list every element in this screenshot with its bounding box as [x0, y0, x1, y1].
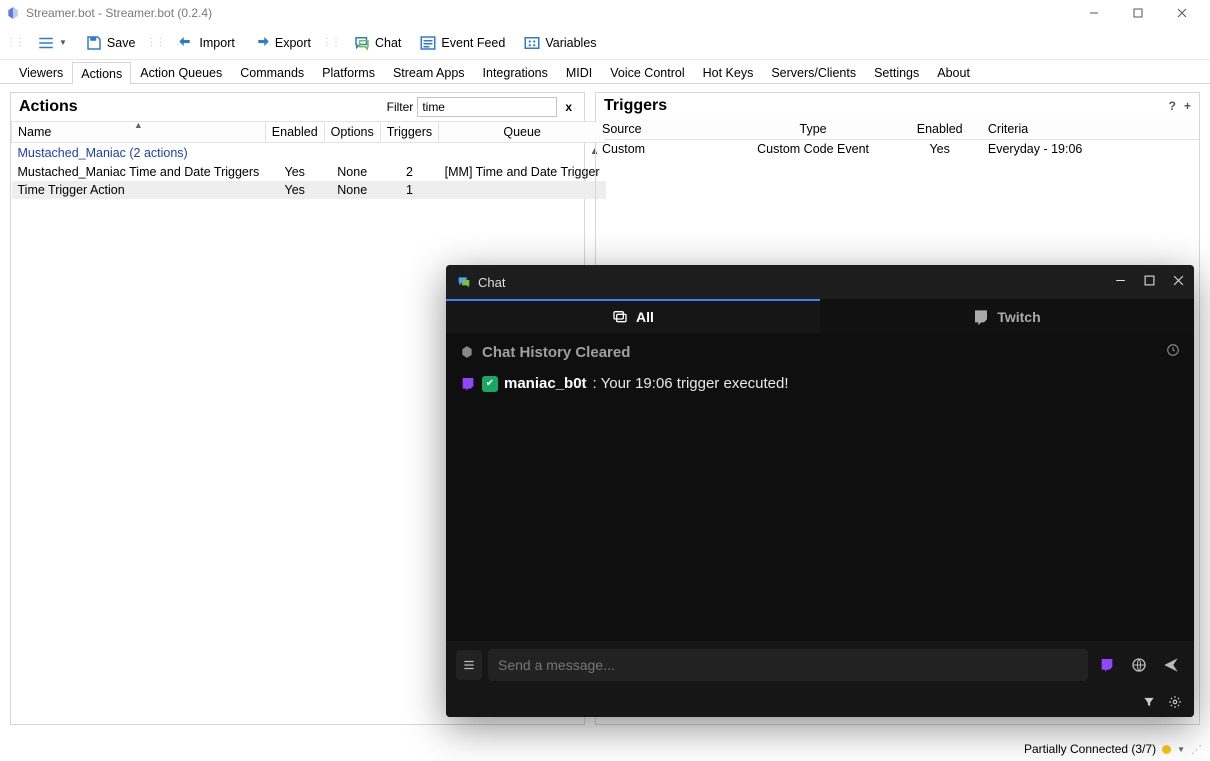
variables-label: Variables [545, 36, 596, 50]
col-type[interactable]: Type [729, 119, 898, 140]
all-chat-icon [612, 309, 628, 325]
chat-filter-button[interactable] [1142, 695, 1156, 712]
connection-status-text: Partially Connected (3/7) [1024, 742, 1156, 756]
main-tab-viewers[interactable]: Viewers [10, 61, 72, 83]
col-name[interactable]: Name▲ [12, 122, 266, 143]
filter-label: Filter [387, 100, 414, 114]
resize-grip-icon[interactable]: ⋰ [1191, 743, 1200, 756]
main-tab-action-queues[interactable]: Action Queues [131, 61, 231, 83]
toolbar-grip-icon: ⋮⋮ [6, 37, 24, 48]
chat-menu-button[interactable] [456, 650, 482, 680]
chat-app-icon [456, 274, 472, 290]
col-triggers[interactable]: Triggers [380, 122, 438, 143]
sort-asc-icon: ▲ [134, 120, 143, 130]
event-feed-button[interactable]: Event Feed [412, 30, 512, 56]
chat-globe-button[interactable] [1126, 652, 1152, 678]
chat-input-row [446, 641, 1194, 689]
main-tab-stream-apps[interactable]: Stream Apps [384, 61, 474, 83]
col-criteria[interactable]: Criteria [982, 119, 1115, 140]
chat-text: : Your 19:06 trigger executed! [593, 375, 789, 392]
chat-username: maniac_b0t [504, 375, 587, 392]
window-close-button[interactable] [1160, 0, 1204, 26]
streamerbot-icon [460, 345, 474, 359]
chat-window: Chat All Twitch Chat History Cleared ✔ m… [446, 265, 1194, 717]
main-tab-midi[interactable]: MIDI [557, 61, 601, 83]
chat-send-button[interactable] [1158, 652, 1184, 678]
col-enabled[interactable]: Enabled [265, 122, 324, 143]
main-toolbar: ⋮⋮ ▼ Save ⋮⋮ Import Export ⋮⋮ Chat Event… [0, 26, 1210, 60]
titlebar: Streamer.bot - Streamer.bot (0.2.4) [0, 0, 1210, 26]
import-button[interactable]: Import [170, 30, 241, 56]
twitch-badge-icon [460, 376, 476, 392]
mod-badge-icon: ✔ [482, 376, 498, 392]
col-queue[interactable]: Queue [439, 122, 606, 143]
triggers-add-button[interactable]: + [1184, 99, 1191, 113]
window-minimize-button[interactable] [1072, 0, 1116, 26]
variables-button[interactable]: Variables [516, 30, 603, 56]
col-enabled[interactable]: Enabled [897, 119, 981, 140]
main-tab-integrations[interactable]: Integrations [474, 61, 557, 83]
toolbar-menu-dropdown[interactable]: ▼ [30, 30, 74, 56]
triggers-table: Source Type Enabled Criteria Custom Cust… [596, 119, 1199, 158]
chat-titlebar[interactable]: Chat [446, 265, 1194, 299]
chat-message: ✔ maniac_b0t : Your 19:06 trigger execute… [460, 375, 1180, 392]
actions-title: Actions [19, 98, 78, 116]
chat-settings-button[interactable] [1168, 695, 1182, 712]
actions-table: Name▲ Enabled Options Triggers Queue Mus… [11, 121, 606, 199]
main-tab-servers-clients[interactable]: Servers/Clients [762, 61, 865, 83]
window-maximize-button[interactable] [1116, 0, 1160, 26]
filter-clear-button[interactable]: x [561, 100, 576, 114]
save-label: Save [107, 36, 136, 50]
chat-close-button[interactable] [1173, 275, 1184, 289]
toolbar-grip-icon: ⋮⋮ [146, 37, 164, 48]
chat-footer [446, 689, 1194, 717]
export-button[interactable]: Export [246, 30, 318, 56]
toolbar-grip-icon: ⋮⋮ [322, 37, 340, 48]
chat-platform-twitch-button[interactable] [1094, 652, 1120, 678]
action-row[interactable]: Mustached_Maniac Time and Date Triggers … [12, 163, 606, 181]
status-dropdown-icon[interactable]: ▼ [1177, 745, 1185, 754]
chat-maximize-button[interactable] [1144, 275, 1155, 289]
chat-minimize-button[interactable] [1115, 275, 1126, 289]
chat-message-list[interactable]: Chat History Cleared ✔ maniac_b0t : Your … [446, 333, 1194, 641]
chat-message-input[interactable] [488, 649, 1088, 681]
chat-label: Chat [375, 36, 401, 50]
save-button[interactable]: Save [78, 30, 143, 56]
actions-filter-input[interactable] [417, 97, 557, 117]
col-source[interactable]: Source [596, 119, 729, 140]
chat-window-title: Chat [478, 275, 505, 290]
app-logo-icon [6, 6, 20, 20]
main-tab-commands[interactable]: Commands [231, 61, 313, 83]
triggers-help-button[interactable]: ? [1169, 99, 1176, 113]
import-label: Import [199, 36, 234, 50]
actions-group-row[interactable]: Mustached_Maniac (2 actions)▲ [12, 143, 606, 164]
triggers-title: Triggers [604, 97, 667, 115]
twitch-icon [973, 309, 989, 325]
col-options[interactable]: Options [324, 122, 380, 143]
chat-button[interactable]: Chat [346, 30, 408, 56]
status-bar: Partially Connected (3/7) ▼ ⋰ [0, 737, 1210, 761]
main-tab-voice-control[interactable]: Voice Control [601, 61, 693, 83]
export-label: Export [275, 36, 311, 50]
action-row[interactable]: Time Trigger Action Yes None 1 [12, 181, 606, 199]
window-title: Streamer.bot - Streamer.bot (0.2.4) [26, 6, 212, 20]
main-tab-actions[interactable]: Actions [72, 62, 131, 84]
trigger-row[interactable]: Custom Custom Code Event Yes Everyday - … [596, 140, 1199, 159]
main-tab-platforms[interactable]: Platforms [313, 61, 384, 83]
event-feed-label: Event Feed [441, 36, 505, 50]
main-tab-settings[interactable]: Settings [865, 61, 928, 83]
dropdown-caret-icon: ▼ [59, 38, 67, 47]
history-icon[interactable] [1166, 343, 1180, 361]
chat-system-message: Chat History Cleared [460, 343, 1180, 361]
main-tab-about[interactable]: About [928, 61, 979, 83]
chat-tab-all[interactable]: All [446, 299, 820, 333]
connection-status-dot-icon [1162, 745, 1171, 754]
chat-tab-twitch[interactable]: Twitch [820, 299, 1194, 333]
main-tab-hot-keys[interactable]: Hot Keys [694, 61, 763, 83]
chat-tabs: All Twitch [446, 299, 1194, 333]
main-tabs: ViewersActionsAction QueuesCommandsPlatf… [0, 60, 1210, 84]
